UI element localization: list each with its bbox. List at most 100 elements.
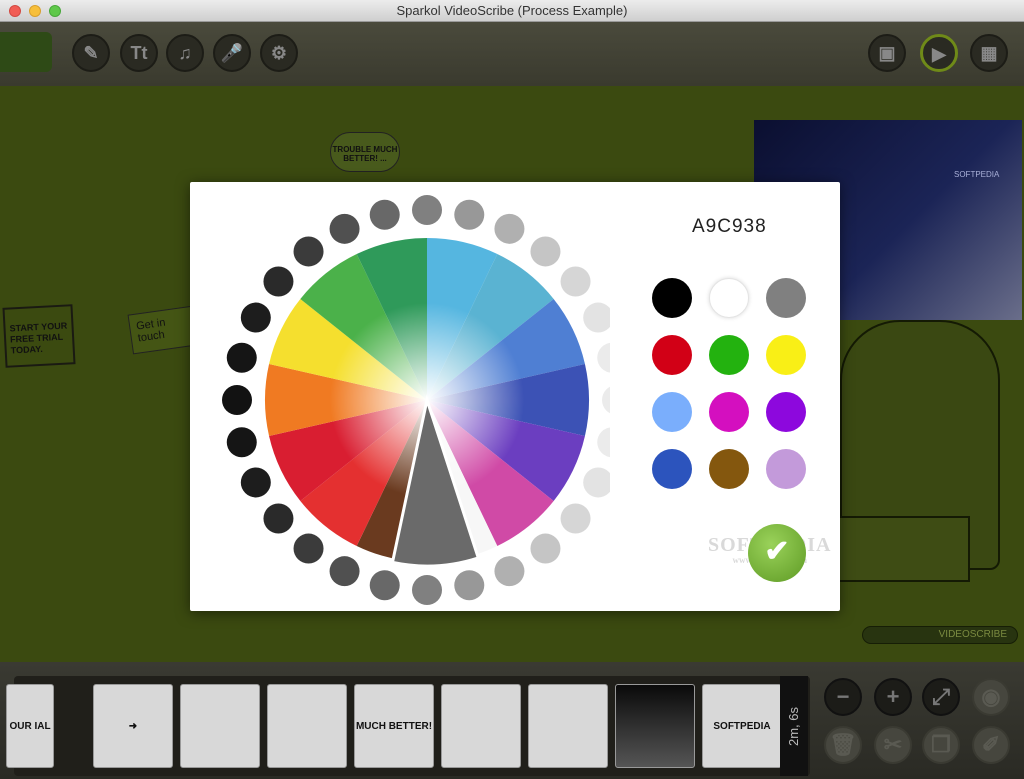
swatch-yellow[interactable] (766, 335, 806, 375)
color-wheel[interactable] (190, 182, 610, 611)
microphone-icon: 🎤 (220, 43, 244, 63)
close-window-button[interactable] (9, 5, 21, 17)
gray-dot[interactable] (293, 533, 324, 564)
gray-dot[interactable] (369, 199, 400, 230)
gray-dot[interactable] (597, 427, 610, 458)
timeline-thumbnail[interactable]: SOFTPEDIA TEST (702, 684, 782, 768)
card-drawing[interactable]: Get in touch (127, 305, 199, 355)
timeline-thumbnail[interactable] (441, 684, 521, 768)
swatch-light-blue[interactable] (652, 392, 692, 432)
image-icon: ▣ (878, 43, 896, 63)
text-icon: Tt (130, 43, 148, 63)
top-toolbar: ✎ Tt ♫ 🎤 ⚙ ▣ ▶ ▦ (0, 22, 1024, 86)
play-icon: ▶ (932, 44, 946, 64)
swatch-red[interactable] (652, 335, 692, 375)
laptop-text: START YOUR FREE TRIAL TODAY. (9, 320, 68, 356)
timeline-panel: ‹ OUR IAL Y.➜MUCH BETTER!SOFTPEDIA TEST … (0, 662, 1024, 779)
gray-dot[interactable] (560, 503, 591, 534)
gray-dot[interactable] (454, 570, 485, 601)
music-button[interactable]: ♫ (166, 34, 204, 72)
pen-drawing[interactable]: VIDEOSCRIBE (862, 626, 1018, 644)
swatch-lavender[interactable] (766, 449, 806, 489)
minimize-window-button[interactable] (29, 5, 41, 17)
laptop-drawing[interactable]: START YOUR FREE TRIAL TODAY. (2, 304, 76, 368)
gray-dot[interactable] (494, 213, 525, 244)
duration-label: 2m, 6s (780, 676, 808, 776)
cut-button[interactable]: ✂ (874, 726, 912, 764)
gray-dot[interactable] (454, 199, 485, 230)
gray-dot[interactable] (369, 570, 400, 601)
gray-dot[interactable] (240, 467, 271, 498)
gray-dot[interactable] (240, 302, 271, 333)
zoom-in-button[interactable]: + (874, 678, 912, 716)
minus-icon: − (836, 684, 850, 709)
text-button[interactable]: Tt (120, 34, 158, 72)
gray-dot[interactable] (602, 385, 610, 415)
gray-dot[interactable] (530, 533, 561, 564)
plus-icon: + (886, 684, 900, 709)
pencil-icon: ✎ (83, 43, 99, 63)
timeline-thumbnail[interactable] (528, 684, 608, 768)
swatch-blue[interactable] (652, 449, 692, 489)
gear-icon: ⚙ (270, 43, 288, 63)
delete-button[interactable]: 🗑 (824, 726, 862, 764)
maximize-window-button[interactable] (49, 5, 61, 17)
paint-button[interactable]: ✐ (972, 726, 1010, 764)
gray-dot[interactable] (560, 266, 591, 297)
gray-dot[interactable] (263, 503, 294, 534)
timeline-thumbnail[interactable]: MUCH BETTER! (354, 684, 434, 768)
gray-dot[interactable] (583, 302, 610, 333)
swatch-green[interactable] (709, 335, 749, 375)
gray-dot[interactable] (329, 213, 360, 244)
gray-dot[interactable] (530, 236, 561, 267)
gray-dot[interactable] (412, 195, 442, 225)
gray-dot[interactable] (329, 556, 360, 587)
color-picker-dialog: A9C938 SOFTPEDIAwww.softpedia.com ✔ (190, 182, 840, 611)
settings-button[interactable]: ⚙ (260, 34, 298, 72)
gray-dot[interactable] (263, 266, 294, 297)
confirm-button[interactable]: ✔ (748, 524, 806, 582)
swatch-purple[interactable] (766, 392, 806, 432)
timeline-strip[interactable]: ‹ OUR IAL Y.➜MUCH BETTER!SOFTPEDIA TEST (6, 676, 810, 776)
zoom-icon: ⤢ (932, 684, 950, 709)
timeline-thumbnail[interactable] (615, 684, 695, 768)
swatch-white[interactable] (709, 278, 749, 318)
timeline-thumbnail[interactable]: ➜ (93, 684, 173, 768)
film-icon: ▦ (980, 43, 998, 63)
timeline-thumbnail[interactable] (267, 684, 347, 768)
gray-dot[interactable] (412, 575, 442, 605)
thought-cloud[interactable]: TROUBLE MUCH BETTER! ... (330, 132, 400, 172)
gray-dot[interactable] (226, 427, 257, 458)
trash-icon: 🗑 (829, 732, 857, 757)
toolbar-tab[interactable] (0, 32, 52, 72)
gray-dot[interactable] (222, 385, 252, 415)
photo-text: SOFTPEDIA (954, 170, 1000, 179)
timeline-thumbnail[interactable] (180, 684, 260, 768)
gray-dot[interactable] (293, 236, 324, 267)
camera-icon: ◉ (981, 684, 1001, 709)
swatch-black[interactable] (652, 278, 692, 318)
draw-button[interactable]: ✎ (72, 34, 110, 72)
camera-button[interactable]: ◉ (972, 678, 1010, 716)
title-bar: Sparkol VideoScribe (Process Example) (0, 0, 1024, 22)
swatch-brown[interactable] (709, 449, 749, 489)
gray-dot[interactable] (494, 556, 525, 587)
gray-dot[interactable] (597, 342, 610, 373)
swatch-gray[interactable] (766, 278, 806, 318)
timeline-thumbnail[interactable]: OUR IAL Y. (6, 684, 54, 768)
scissors-icon: ✂ (883, 732, 903, 757)
voiceover-button[interactable]: 🎤 (213, 34, 251, 72)
play-button[interactable]: ▶ (920, 34, 958, 72)
checkmark-icon: ✔ (764, 535, 790, 568)
laptop-drawing-2[interactable] (830, 516, 970, 582)
music-note-icon: ♫ (178, 43, 192, 63)
hex-value: A9C938 (692, 216, 767, 237)
gray-dot[interactable] (583, 467, 610, 498)
swatch-magenta[interactable] (709, 392, 749, 432)
copy-button[interactable]: ❐ (922, 726, 960, 764)
export-button[interactable]: ▦ (970, 34, 1008, 72)
gray-dot[interactable] (226, 342, 257, 373)
image-button[interactable]: ▣ (868, 34, 906, 72)
zoom-fit-button[interactable]: ⤢ (922, 678, 960, 716)
zoom-out-button[interactable]: − (824, 678, 862, 716)
